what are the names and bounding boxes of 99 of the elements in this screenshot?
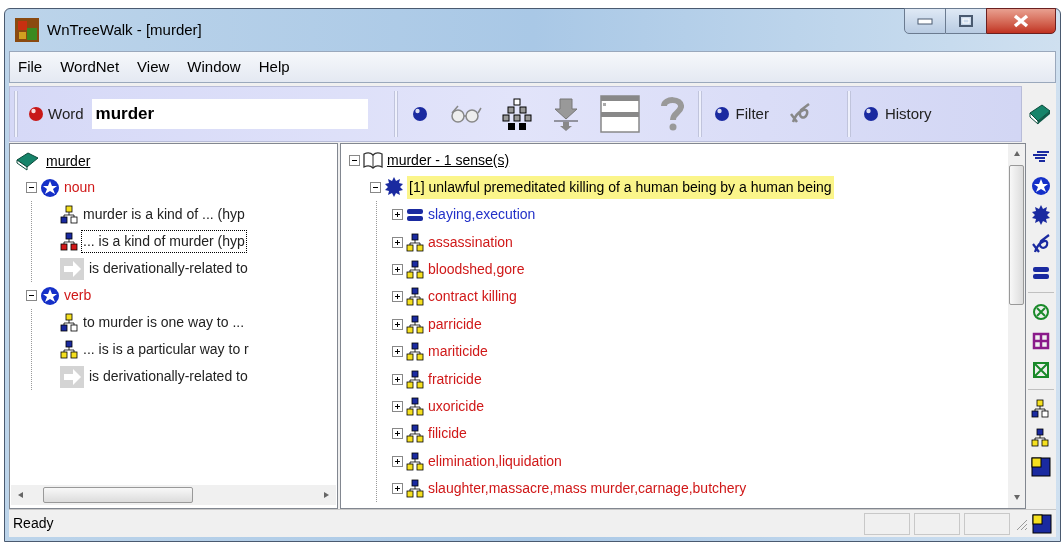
tree-item[interactable]: slaughter,massacre,mass murder,carnage,butchery <box>428 478 747 500</box>
horizontal-scrollbar[interactable] <box>11 485 336 505</box>
hierarchy-icon <box>406 369 424 389</box>
star-circle-icon <box>40 177 60 198</box>
equals-icon <box>406 207 424 222</box>
hierarchy-icon <box>406 342 424 362</box>
hierarchy-icon <box>60 205 78 224</box>
maximize-icon <box>959 15 973 27</box>
hierarchy-icon <box>406 287 424 307</box>
window-title: WnTreeWalk - [murder] <box>47 19 202 40</box>
expand-toggle[interactable] <box>392 236 403 248</box>
hierarchy-icon <box>406 259 424 279</box>
star-circle-icon <box>40 285 60 306</box>
tree-item[interactable]: to murder is one way to ... <box>82 312 246 333</box>
list-icon[interactable] <box>599 95 640 133</box>
word-button[interactable]: Word <box>28 102 84 126</box>
sense-item[interactable]: [1] unlawful premeditated killing of a human being by a human being <box>407 175 834 199</box>
tree-item[interactable]: bloodshed,gore <box>428 258 525 280</box>
hierarchy-icon <box>60 232 78 251</box>
collapse-toggle[interactable] <box>26 182 37 193</box>
menu-item[interactable]: WordNet <box>58 55 122 79</box>
expand-toggle[interactable] <box>392 455 403 467</box>
tree-item[interactable]: filicide <box>428 423 467 445</box>
hierarchy-icon <box>406 232 424 252</box>
filter-icon[interactable] <box>1031 234 1051 254</box>
tree-item[interactable]: murder - 1 sense(s) <box>387 149 510 171</box>
tree-item[interactable]: mariticide <box>428 341 488 363</box>
hierarchy-icon <box>406 451 424 471</box>
hierarchy-icon <box>60 340 78 359</box>
collapse-toggle[interactable] <box>349 154 360 166</box>
ball-icon <box>862 106 879 122</box>
minimize-button[interactable] <box>904 8 946 34</box>
tree-item[interactable]: ... is a kind of murder (hyp <box>82 231 246 252</box>
expand-toggle[interactable] <box>392 400 403 412</box>
tree-item[interactable]: elimination,liquidation <box>428 450 562 472</box>
hierarchy-icon <box>406 479 424 499</box>
book-icon[interactable] <box>1028 103 1052 125</box>
scroll-thumb[interactable] <box>43 487 193 503</box>
burst-icon <box>384 177 404 197</box>
hierarchy-icon[interactable] <box>1031 399 1051 419</box>
tree-item[interactable]: verb <box>64 285 92 306</box>
hierarchy-icon[interactable] <box>501 98 532 130</box>
tree-item[interactable]: slaying,execution <box>428 204 536 226</box>
scroll-thumb[interactable] <box>1009 165 1024 305</box>
tree-item[interactable]: fratricide <box>428 368 482 390</box>
expand-toggle[interactable] <box>392 209 403 221</box>
vertical-scrollbar[interactable] <box>1008 144 1025 508</box>
history-button[interactable]: History <box>862 102 932 126</box>
tree-item[interactable]: is derivationally-related to <box>88 258 249 279</box>
tree-item[interactable]: contract killing <box>428 286 517 308</box>
hierarchy-icon <box>406 424 424 444</box>
filter-button[interactable]: Filter <box>713 102 769 126</box>
tree-item[interactable]: noun <box>64 177 96 198</box>
minimize-icon <box>917 17 933 25</box>
menu-item[interactable]: Help <box>256 55 292 79</box>
tree-item[interactable]: parricide <box>428 313 482 335</box>
down-arrow-icon[interactable] <box>551 97 580 131</box>
tree-item[interactable]: murder <box>46 150 91 172</box>
expand-toggle[interactable] <box>392 428 403 440</box>
collapse-toggle[interactable] <box>370 181 381 193</box>
open-book-icon <box>363 151 383 169</box>
burst-icon[interactable] <box>1031 205 1051 225</box>
expand-toggle[interactable] <box>392 318 403 330</box>
hierarchy-icon[interactable] <box>1031 428 1051 448</box>
menu-item[interactable]: Window <box>185 55 243 79</box>
squares-icon[interactable] <box>1031 457 1051 477</box>
tree-item[interactable]: ... is is a particular way to r <box>82 339 250 360</box>
ball-icon[interactable] <box>411 106 428 122</box>
status-text: Ready <box>13 514 54 533</box>
tree-item[interactable]: is derivationally-related to <box>88 366 249 387</box>
ball-icon <box>713 106 730 122</box>
ball-icon <box>28 106 44 122</box>
grid-icon[interactable] <box>1031 331 1051 351</box>
close-button[interactable] <box>986 8 1056 34</box>
menu-item[interactable]: View <box>135 55 172 79</box>
circle-x-icon[interactable] <box>1031 302 1051 322</box>
app-icon <box>15 18 39 42</box>
scroll-up-icon[interactable] <box>1011 149 1022 159</box>
word-input[interactable]: murder <box>91 99 368 129</box>
expand-toggle[interactable] <box>392 346 403 358</box>
expand-toggle[interactable] <box>392 291 403 303</box>
menu-item[interactable]: File <box>16 55 45 79</box>
maximize-button[interactable] <box>946 8 986 34</box>
star-circle-icon[interactable] <box>1031 176 1051 196</box>
tree-item[interactable]: assassination <box>428 231 513 253</box>
collapse-toggle[interactable] <box>26 290 37 301</box>
expand-toggle[interactable] <box>392 263 403 275</box>
tree-item[interactable]: uxoricide <box>428 395 485 417</box>
box-x-icon[interactable] <box>1031 360 1051 380</box>
hierarchy-icon <box>60 313 78 332</box>
scroll-down-icon[interactable] <box>1011 492 1022 502</box>
squares-icon[interactable] <box>1032 513 1052 534</box>
expand-toggle[interactable] <box>392 483 403 495</box>
expand-toggle[interactable] <box>392 373 403 385</box>
close-icon <box>1013 14 1029 28</box>
hierarchy-icon <box>406 314 424 334</box>
book-icon <box>16 151 40 171</box>
tree-item[interactable]: murder is a kind of ... (hyp <box>82 204 246 225</box>
hierarchy-icon <box>406 396 424 416</box>
